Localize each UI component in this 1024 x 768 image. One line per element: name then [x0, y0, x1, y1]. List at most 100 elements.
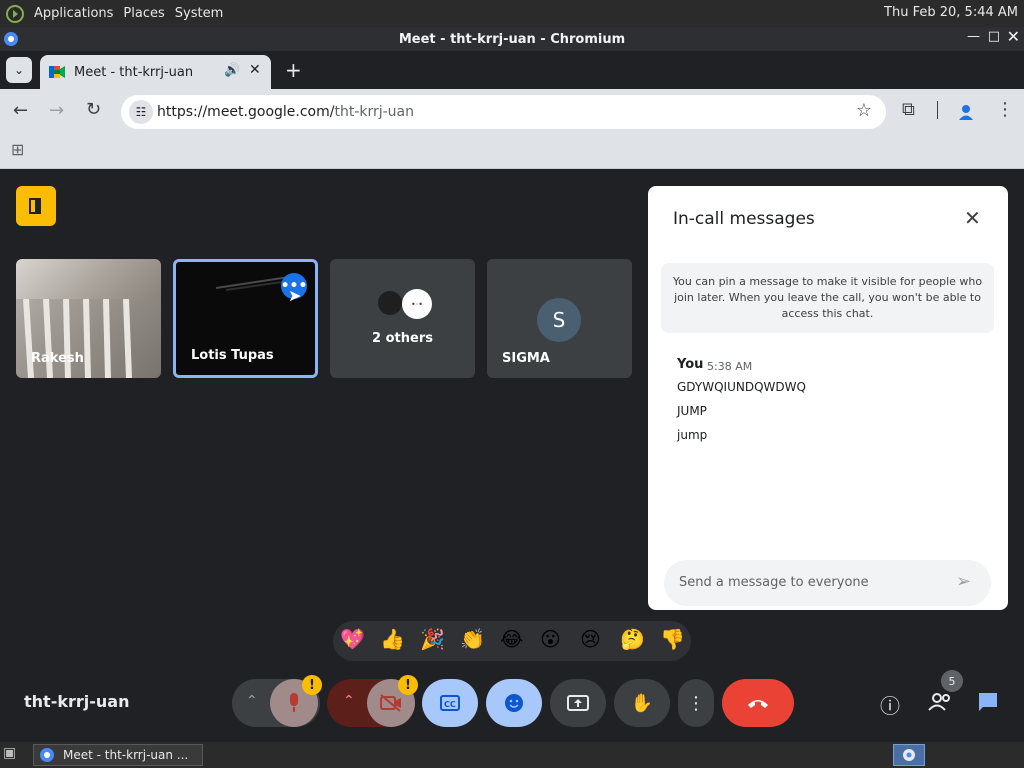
reaction-clap-icon[interactable]: 👏 — [460, 627, 485, 651]
chat-icon[interactable] — [977, 691, 999, 713]
hand-icon: ✋ — [630, 692, 654, 714]
maximize-icon[interactable]: □ — [988, 29, 1000, 44]
tab-meet[interactable]: Meet - tht-krrj-uan 🔊 ✕ — [40, 55, 271, 89]
apps-grid-icon[interactable]: ⊞ — [11, 140, 24, 159]
reaction-thumbs-up-icon[interactable]: 👍 — [380, 627, 405, 651]
profile-icon[interactable] — [957, 103, 975, 121]
more-options-button[interactable]: ⋮ — [678, 679, 714, 727]
present-screen-button[interactable] — [550, 679, 606, 727]
close-window-icon[interactable]: ✕ — [1007, 27, 1020, 46]
show-desktop-icon[interactable]: ▣ — [3, 745, 16, 761]
window-titlebar: Meet - tht-krrj-uan - Chromium — □ ✕ — [0, 27, 1024, 51]
camera-off-icon — [380, 694, 401, 712]
meeting-details-icon[interactable] — [16, 186, 56, 226]
tab-close-icon[interactable]: ✕ — [249, 62, 261, 78]
meeting-info-icon[interactable]: ⓘ — [880, 690, 900, 719]
reaction-party-icon[interactable]: 🎉 — [420, 627, 445, 651]
in-call-messages-panel: In-call messages ✕ You can pin a message… — [648, 186, 1008, 610]
people-icon[interactable] — [928, 693, 952, 711]
participant-tile-rakesh[interactable]: Rakesh — [16, 259, 161, 378]
tab-search-icon[interactable]: ⌄ — [6, 57, 32, 83]
participant-name: SIGMA — [502, 351, 550, 366]
raise-hand-button[interactable]: ✋ — [614, 679, 670, 727]
send-icon[interactable]: ➢ — [956, 571, 971, 592]
reaction-surprised-icon[interactable]: 😮 — [540, 627, 561, 651]
url-path: tht-krrj-uan — [334, 104, 415, 120]
mic-warning-icon: ! — [302, 675, 322, 695]
participant-tile-lotis-tupas[interactable]: ••• ➤ Lotis Tupas — [173, 259, 318, 378]
system-taskbar: ▣ Meet - tht-krrj-uan ... — [0, 742, 1024, 768]
tab-strip: ⌄ Meet - tht-krrj-uan 🔊 ✕ + — [0, 51, 1024, 89]
audio-playing-icon[interactable]: 🔊 — [224, 63, 240, 78]
workspace-chromium-icon — [903, 749, 915, 761]
toolbar-divider — [937, 101, 938, 119]
leave-call-button[interactable] — [722, 679, 794, 727]
site-info-icon[interactable]: ☷ — [129, 100, 153, 124]
gnome-foot-icon[interactable] — [6, 4, 24, 23]
participant-tile-others[interactable]: •·• 2 others — [330, 259, 475, 378]
chat-info-box: You can pin a message to make it visible… — [661, 263, 994, 333]
reaction-thumbs-down-icon[interactable]: 👎 — [660, 627, 685, 651]
bookmarks-bar: ⊞ — [0, 135, 1024, 169]
captions-icon: CC — [440, 695, 460, 711]
camera-warning-icon: ! — [398, 675, 418, 695]
system-clock[interactable]: Thu Feb 20, 5:44 AM — [884, 5, 1018, 20]
reaction-sad-icon[interactable]: 😢 — [580, 627, 601, 651]
svg-text:CC: CC — [444, 700, 456, 709]
new-tab-icon[interactable]: + — [285, 58, 302, 82]
menu-applications[interactable]: Applications — [34, 6, 113, 21]
reaction-heart-icon[interactable]: 💖 — [340, 627, 365, 651]
more-vert-icon: ⋮ — [687, 692, 705, 714]
sigma-avatar: S — [537, 298, 581, 342]
chrome-menu-icon[interactable]: ⋮ — [996, 99, 1014, 120]
chat-title: In-call messages — [673, 209, 815, 229]
mouse-cursor-icon: ➤ — [288, 286, 302, 305]
extensions-icon[interactable]: ⧉ — [902, 99, 915, 120]
others-count-label: 2 others — [372, 331, 433, 346]
reactions-button[interactable] — [486, 679, 542, 727]
close-chat-icon[interactable]: ✕ — [964, 206, 981, 230]
taskbar-window-label: Meet - tht-krrj-uan ... — [63, 748, 189, 762]
reaction-laugh-icon[interactable]: 😂 — [500, 627, 523, 651]
chat-input-placeholder: Send a message to everyone — [679, 575, 869, 590]
meeting-code[interactable]: tht-krrj-uan — [24, 692, 129, 711]
chromium-icon — [4, 32, 18, 46]
menu-places[interactable]: Places — [123, 6, 164, 21]
chromium-taskbar-icon — [40, 748, 54, 762]
people-count-badge: 5 — [941, 670, 963, 692]
forward-icon[interactable]: → — [49, 100, 64, 121]
chat-message[interactable]: JUMP — [677, 404, 707, 418]
others-avatar-1 — [376, 289, 404, 317]
participant-tile-sigma[interactable]: S SIGMA — [487, 259, 632, 378]
meet-call-area: Rakesh ••• ➤ Lotis Tupas •·• 2 others S … — [0, 169, 1024, 742]
reaction-thinking-icon[interactable]: 🤔 — [620, 627, 645, 651]
url-host: https://meet.google.com/ — [157, 104, 335, 120]
taskbar-window-button[interactable]: Meet - tht-krrj-uan ... — [33, 744, 203, 766]
bookmark-star-icon[interactable]: ☆ — [856, 100, 872, 121]
mic-options-chevron-icon[interactable]: ⌃ — [246, 693, 258, 709]
meet-favicon-icon — [49, 66, 65, 78]
chat-message[interactable]: GDYWQIUNDQWDWQ — [677, 380, 806, 394]
present-icon — [567, 695, 589, 711]
participant-name: Rakesh — [31, 351, 84, 366]
reload-icon[interactable]: ↻ — [86, 99, 101, 120]
browser-toolbar: ← → ↻ ☷ https://meet.google.com/tht-krrj… — [0, 89, 1024, 135]
end-call-icon — [748, 700, 768, 708]
tab-title: Meet - tht-krrj-uan — [74, 64, 194, 80]
address-bar[interactable]: ☷ https://meet.google.com/tht-krrj-uan ☆ — [121, 95, 886, 129]
workspace-switcher[interactable] — [893, 744, 925, 766]
mic-icon — [290, 693, 298, 712]
back-icon[interactable]: ← — [13, 100, 28, 121]
chat-message-input[interactable]: Send a message to everyone ➢ — [664, 560, 991, 606]
emoji-smile-icon — [505, 694, 523, 712]
menu-system[interactable]: System — [175, 6, 223, 21]
minimize-icon[interactable]: — — [967, 29, 980, 44]
rakesh-video-frame — [16, 299, 161, 378]
others-avatar-2: •·• — [402, 289, 432, 319]
message-time: 5:38 AM — [707, 360, 753, 373]
camera-options-chevron-icon[interactable]: ⌃ — [343, 693, 355, 709]
message-sender: You — [677, 357, 704, 372]
window-title: Meet - tht-krrj-uan - Chromium — [398, 31, 626, 47]
captions-button[interactable]: CC — [422, 679, 478, 727]
chat-message[interactable]: jump — [677, 428, 707, 442]
